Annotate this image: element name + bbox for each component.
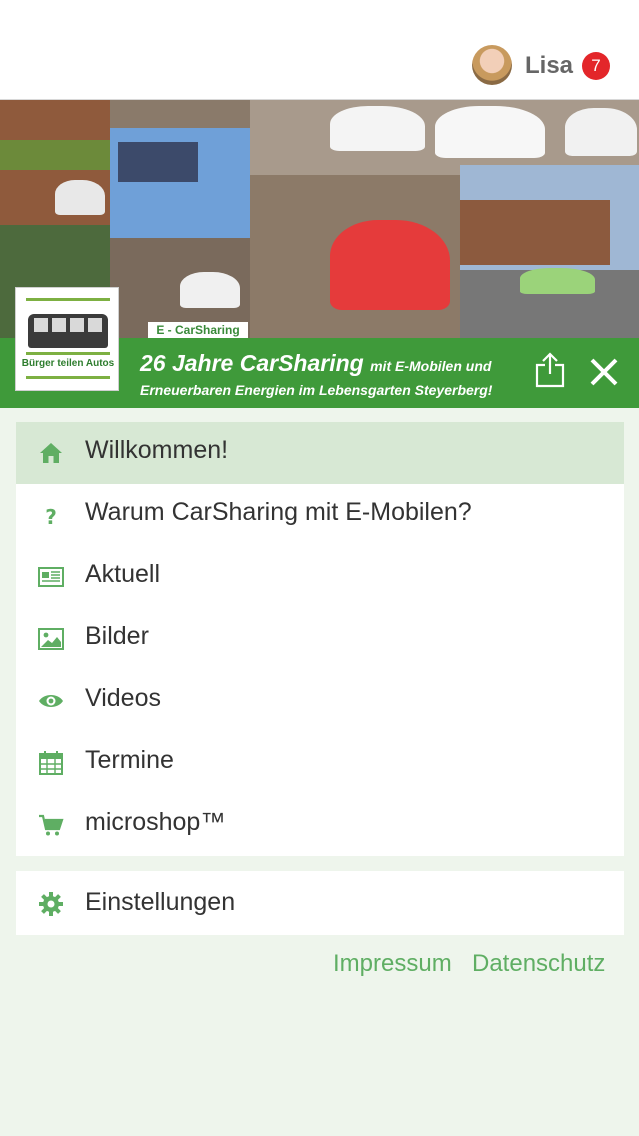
app-title-main: 26 Jahre CarSharing	[140, 350, 364, 376]
menu-item-willkommen[interactable]: Willkommen!	[16, 422, 624, 484]
newspaper-icon	[38, 567, 64, 587]
home-icon	[40, 443, 62, 463]
app-title-sub: mit E-Mobilen und	[370, 358, 492, 374]
menu-label: Aktuell	[85, 560, 161, 588]
bus-logo-icon	[28, 314, 108, 348]
close-button[interactable]	[586, 354, 622, 390]
menu-label: Warum CarSharing mit E-Mobilen?	[85, 498, 472, 526]
datenschutz-link[interactable]: Datenschutz	[472, 950, 605, 978]
top-bar: Lisa 7	[0, 0, 639, 100]
question-icon: ?	[45, 505, 57, 528]
share-icon	[535, 352, 565, 388]
nav-menu: Willkommen! ? Warum CarSharing mit E-Mob…	[16, 422, 624, 856]
app-logo: Bürger teilen Autos	[15, 287, 119, 391]
menu-item-aktuell[interactable]: Aktuell	[16, 546, 624, 608]
menu-label: Bilder	[85, 622, 149, 650]
menu-item-bilder[interactable]: Bilder	[16, 608, 624, 670]
menu-label: Termine	[85, 746, 174, 774]
svg-text:?: ?	[45, 505, 57, 528]
menu-label: microshop™	[85, 808, 226, 836]
eye-icon	[39, 695, 63, 707]
share-button[interactable]	[530, 350, 570, 390]
menu-item-einstellungen[interactable]: Einstellungen	[16, 871, 624, 935]
menu-label: Einstellungen	[85, 888, 236, 916]
logo-text: Bürger teilen Autos	[21, 358, 115, 369]
banner-caption: E - CarSharing	[148, 322, 248, 338]
menu-label: Videos	[85, 684, 161, 712]
menu-label: Willkommen!	[85, 436, 229, 464]
menu-item-videos[interactable]: Videos	[16, 670, 624, 732]
user-avatar[interactable]	[472, 45, 512, 85]
app-subtitle: Erneuerbaren Energien im Lebensgarten St…	[140, 382, 493, 398]
image-icon	[38, 628, 64, 650]
menu-item-warum[interactable]: ? Warum CarSharing mit E-Mobilen?	[16, 484, 624, 546]
notification-badge[interactable]: 7	[582, 52, 610, 80]
app-title: 26 Jahre CarSharing mit E-Mobilen und	[140, 350, 491, 377]
cart-icon	[39, 814, 64, 836]
close-icon	[590, 358, 618, 386]
menu-item-termine[interactable]: Termine	[16, 732, 624, 794]
impressum-link[interactable]: Impressum	[333, 950, 452, 978]
user-name[interactable]: Lisa	[525, 52, 573, 80]
calendar-icon	[39, 751, 63, 775]
menu-item-microshop[interactable]: microshop™	[16, 794, 624, 856]
gear-icon	[39, 892, 63, 916]
